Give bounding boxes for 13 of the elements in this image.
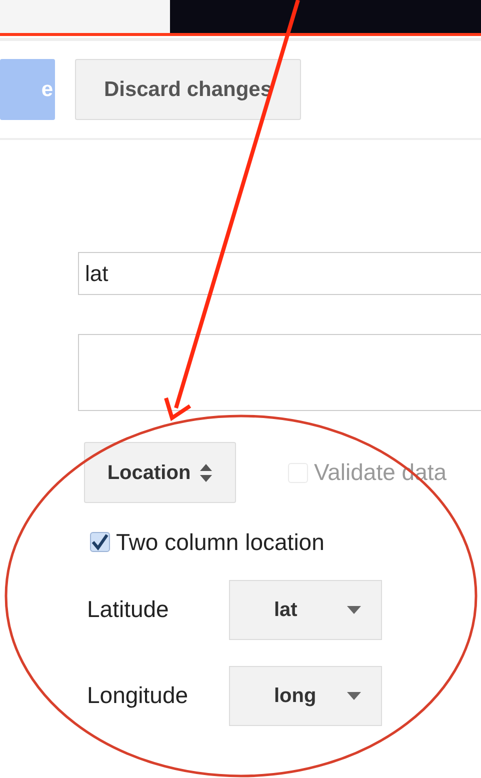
- checkbox-label: Two column location: [116, 528, 324, 557]
- description-field[interactable]: [78, 334, 481, 411]
- column-dropdown[interactable]: long: [229, 666, 382, 726]
- column-label: Longitude: [86, 681, 190, 710]
- checkmark-icon: [91, 533, 109, 552]
- sort-arrows-icon: [198, 462, 213, 482]
- dropdown-arrow-icon: [347, 692, 361, 700]
- column-dropdown[interactable]: lat: [229, 580, 382, 640]
- type-select[interactable]: Location: [84, 442, 236, 503]
- checkbox[interactable]: [90, 532, 110, 552]
- column-label: Latitude: [86, 595, 170, 624]
- name-field[interactable]: lat: [78, 252, 481, 295]
- dropdown-arrow-icon: [347, 606, 361, 614]
